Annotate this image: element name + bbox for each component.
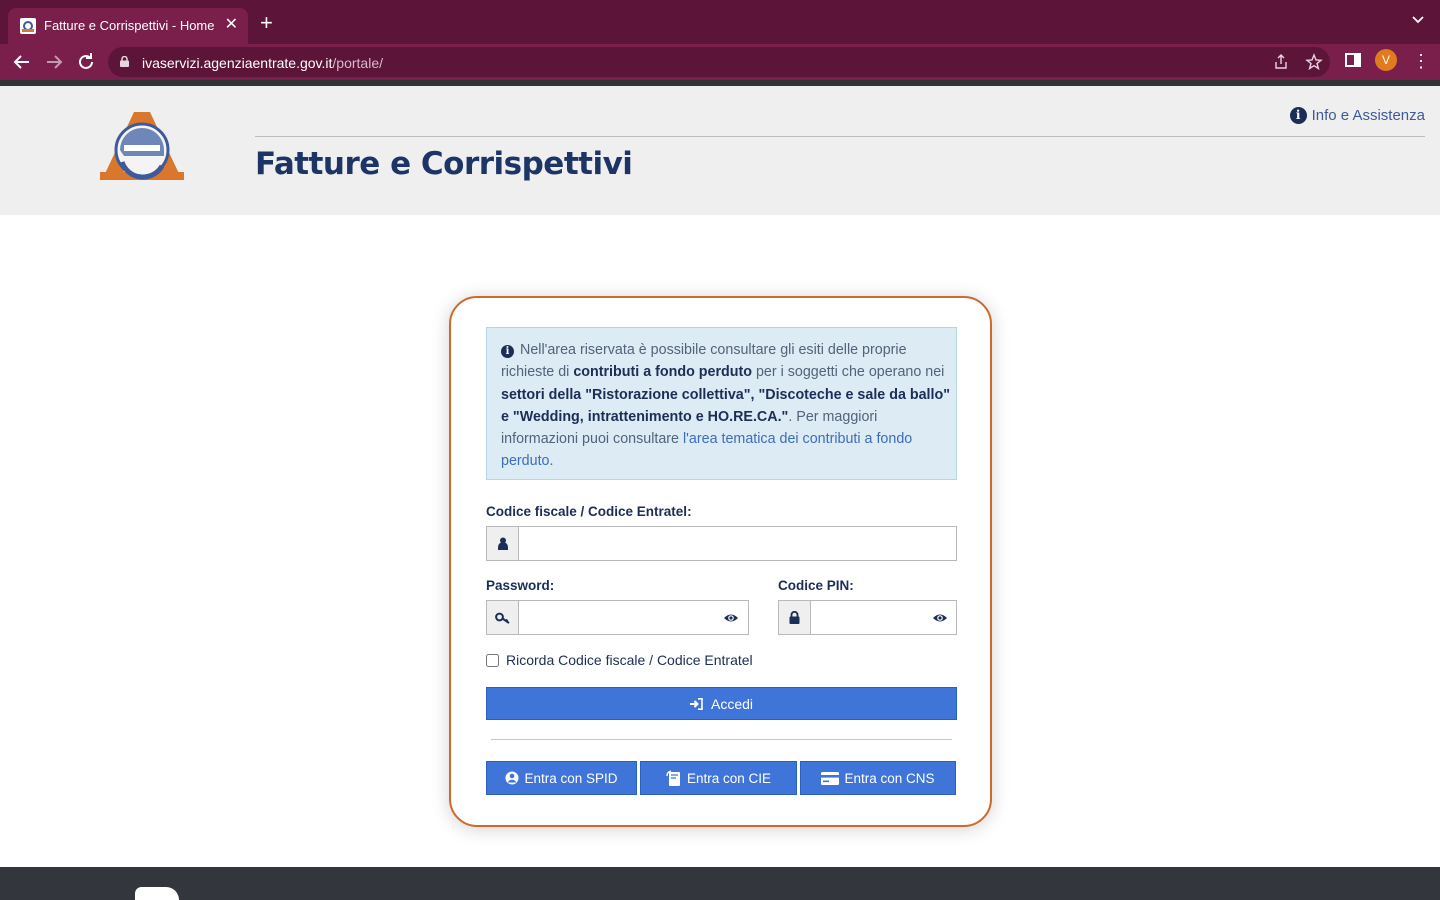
footer-logo (135, 887, 179, 900)
star-icon[interactable] (1305, 53, 1323, 71)
share-icon[interactable] (1272, 53, 1290, 71)
forward-icon[interactable] (42, 50, 66, 74)
codice-fiscale-label: Codice fiscale / Codice Entratel: (486, 504, 692, 519)
codice-fiscale-input[interactable] (520, 527, 956, 560)
info-icon: i (1289, 107, 1307, 124)
cns-label: Entra con CNS (844, 770, 935, 786)
notice-bold-1: contributi a fondo perduto (573, 364, 752, 381)
codice-fiscale-field (486, 526, 957, 561)
remember-option[interactable]: Ricorda Codice fiscale / Codice Entratel (486, 652, 753, 668)
eye-icon[interactable] (932, 610, 948, 626)
browser-tab[interactable]: Fatture e Corrispettivi - Home ✕ (8, 8, 248, 44)
user-circle-icon (505, 771, 519, 785)
agenzia-entrate-logo (100, 112, 184, 180)
profile-avatar[interactable]: V (1375, 49, 1397, 71)
password-input[interactable] (520, 601, 716, 634)
close-tab-icon[interactable]: ✕ (225, 15, 238, 35)
password-field (486, 600, 749, 635)
info-link-label: Info e Assistenza (1311, 107, 1425, 124)
favicon-icon (20, 18, 36, 34)
side-panel-icon[interactable] (1345, 53, 1361, 67)
url-host: ivaservizi.agenziaentrate.gov.it (142, 55, 333, 71)
browser-toolbar: ivaservizi.agenziaentrate.gov.it/portale… (0, 44, 1440, 80)
lock-icon (779, 601, 811, 634)
site-footer (0, 867, 1440, 900)
notice-bold-2: settori della "Ristorazione collettiva",… (501, 386, 951, 425)
remember-checkbox[interactable] (486, 653, 499, 667)
cie-login-button[interactable]: Entra con CIE (640, 761, 797, 795)
notice-text-4: . (549, 453, 554, 470)
tab-title: Fatture e Corrispettivi - Home (44, 18, 215, 33)
spid-label: Entra con SPID (524, 770, 618, 786)
remember-label: Ricorda Codice fiscale / Codice Entratel (506, 652, 753, 668)
address-bar[interactable]: ivaservizi.agenziaentrate.gov.it/portale… (108, 47, 1330, 77)
cie-label: Entra con CIE (686, 770, 772, 786)
menu-icon[interactable]: ⋮ (1412, 51, 1430, 71)
site-header: i Info e Assistenza Fatture e Corrispett… (0, 86, 1440, 215)
eye-icon[interactable] (723, 610, 739, 626)
cns-login-button[interactable]: Entra con CNS (800, 761, 956, 795)
login-card: i Nell'area riservata è possibile consult… (449, 296, 992, 827)
divider (491, 739, 952, 740)
user-icon (487, 527, 519, 560)
cie-card-icon (666, 770, 680, 786)
notice-text-2: per i soggetti che operano nei (752, 364, 945, 381)
chevron-down-icon[interactable] (1412, 14, 1424, 26)
page-title: Fatture e Corrispettivi (255, 146, 633, 182)
info-notice: i Nell'area riservata è possibile consult… (486, 327, 957, 480)
pin-label: Codice PIN: (778, 578, 854, 593)
new-tab-button[interactable]: + (260, 12, 273, 34)
accedi-label: Accedi (710, 695, 754, 712)
url-text[interactable]: ivaservizi.agenziaentrate.gov.it/portale… (142, 55, 383, 71)
pin-field (778, 600, 957, 635)
accedi-button[interactable]: Accedi (486, 687, 957, 720)
info-icon: i (501, 345, 514, 358)
back-icon[interactable] (10, 50, 34, 74)
lock-icon[interactable] (120, 56, 129, 67)
browser-tab-bar: Fatture e Corrispettivi - Home ✕ + (0, 0, 1440, 44)
spid-login-button[interactable]: Entra con SPID (486, 761, 637, 795)
header-divider (255, 136, 1425, 137)
sign-in-icon (689, 697, 703, 710)
credit-card-icon (821, 771, 840, 785)
pin-input[interactable] (812, 601, 924, 634)
url-path: /portale/ (332, 55, 383, 71)
info-assistance-link[interactable]: i Info e Assistenza (1289, 107, 1425, 124)
password-label: Password: (486, 578, 555, 593)
reload-icon[interactable] (74, 50, 98, 74)
key-icon (487, 601, 519, 634)
